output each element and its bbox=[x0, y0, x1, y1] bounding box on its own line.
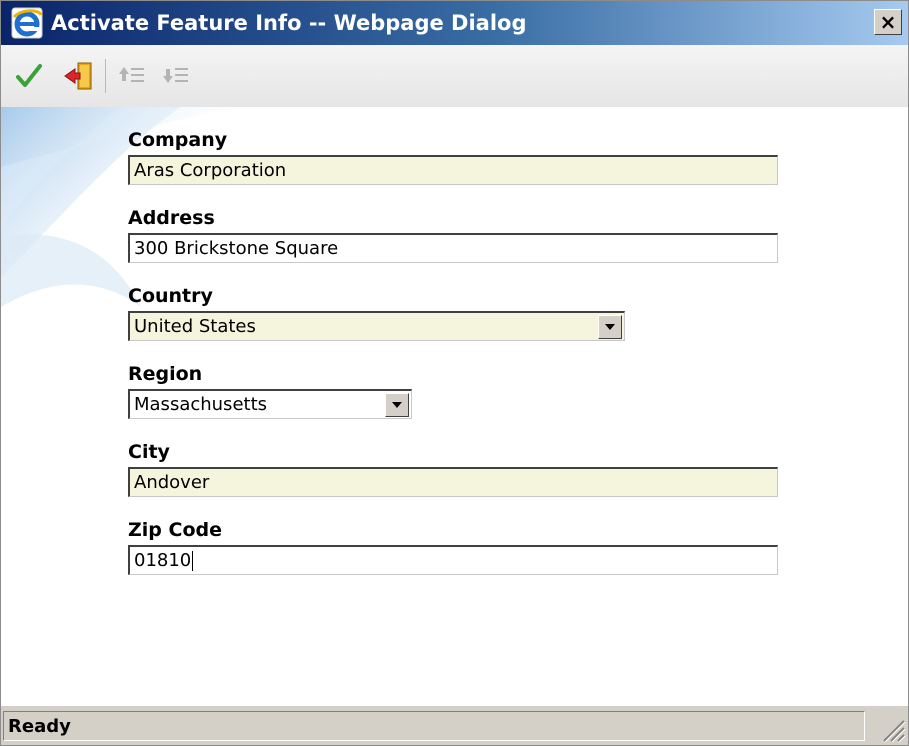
status-text: Ready bbox=[3, 711, 865, 741]
resize-grip-icon[interactable] bbox=[876, 713, 906, 743]
city-field-group: City bbox=[128, 441, 778, 497]
address-field-group: Address bbox=[128, 207, 778, 263]
region-selected-value: Massachusetts bbox=[134, 394, 268, 415]
save-button[interactable] bbox=[9, 56, 49, 96]
company-field-group: Company bbox=[128, 129, 778, 185]
country-selected-value: United States bbox=[134, 316, 256, 337]
company-label: Company bbox=[128, 129, 228, 151]
zip-label: Zip Code bbox=[128, 519, 222, 541]
text-caret bbox=[192, 550, 194, 571]
country-dropdown-button[interactable] bbox=[598, 314, 622, 339]
move-down-button[interactable] bbox=[156, 56, 196, 96]
zip-code-field[interactable]: 01810 bbox=[128, 545, 778, 575]
status-bar: Ready bbox=[1, 705, 908, 745]
region-field-group: Region Massachusetts bbox=[128, 363, 778, 419]
close-button[interactable]: × bbox=[874, 9, 902, 35]
zip-code-value: 01810 bbox=[134, 550, 192, 571]
chevron-down-icon bbox=[392, 401, 402, 408]
country-label: Country bbox=[128, 285, 213, 307]
feature-info-form: Company Address Country United States Re… bbox=[128, 129, 778, 597]
form-area: Company Address Country United States Re… bbox=[1, 107, 908, 705]
region-select[interactable]: Massachusetts bbox=[128, 389, 412, 419]
country-select[interactable]: United States bbox=[128, 311, 625, 341]
chevron-down-icon bbox=[605, 323, 615, 330]
window-title: Activate Feature Info -- Webpage Dialog bbox=[51, 11, 527, 35]
address-label: Address bbox=[128, 207, 215, 229]
move-down-icon bbox=[163, 68, 188, 83]
toolbar bbox=[1, 45, 908, 107]
title-bar[interactable]: Activate Feature Info -- Webpage Dialog … bbox=[1, 1, 908, 45]
company-field[interactable] bbox=[128, 155, 778, 185]
address-field[interactable] bbox=[128, 233, 778, 263]
toolbar-separator bbox=[105, 59, 106, 93]
dialog-window: Activate Feature Info -- Webpage Dialog … bbox=[0, 0, 909, 746]
internet-explorer-icon bbox=[11, 7, 43, 39]
move-up-button[interactable] bbox=[112, 56, 152, 96]
move-up-icon bbox=[119, 67, 144, 82]
country-field-group: Country United States bbox=[128, 285, 778, 341]
city-field[interactable] bbox=[128, 467, 778, 497]
checkmark-icon bbox=[16, 64, 42, 87]
exit-door-icon bbox=[64, 62, 92, 90]
region-label: Region bbox=[128, 363, 203, 385]
region-dropdown-button[interactable] bbox=[385, 392, 409, 417]
zip-field-group: Zip Code 01810 bbox=[128, 519, 778, 575]
city-label: City bbox=[128, 441, 170, 463]
exit-button[interactable] bbox=[59, 56, 99, 96]
